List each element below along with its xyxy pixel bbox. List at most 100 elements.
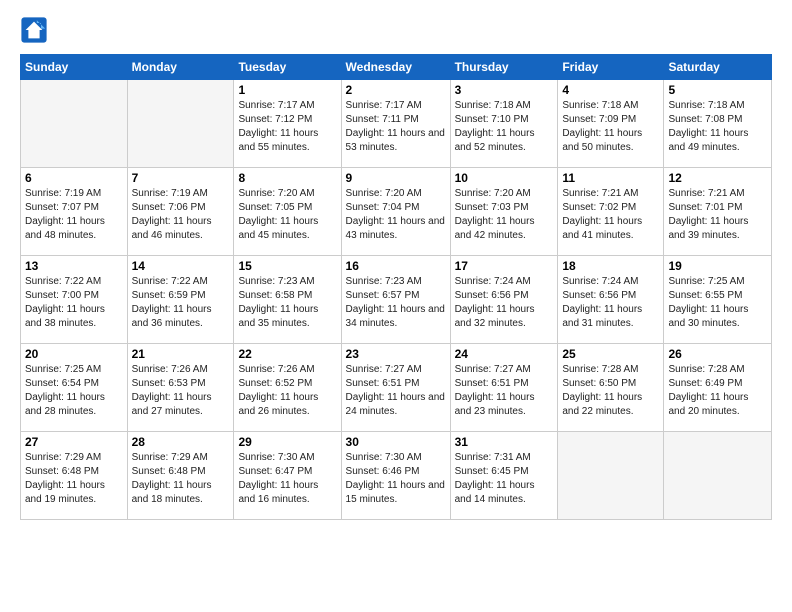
day-cell: 14 Sunrise: 7:22 AMSunset: 6:59 PMDayligh… [127,256,234,344]
day-info: Sunrise: 7:17 AMSunset: 7:12 PMDaylight:… [238,99,336,155]
day-cell [558,432,664,520]
day-info: Sunrise: 7:29 AMSunset: 6:48 PMDaylight:… [25,451,123,507]
week-row-1: 1Sunrise: 7:17 AMSunset: 7:12 PMDaylight… [21,80,772,168]
header-row: SundayMondayTuesdayWednesdayThursdayFrid… [21,55,772,80]
day-info: Sunrise: 7:17 AMSunset: 7:11 PMDaylight:… [346,99,446,155]
day-cell: 27Sunrise: 7:29 AMSunset: 6:48 PMDayligh… [21,432,128,520]
column-header-tuesday: Tuesday [234,55,341,80]
logo-icon [20,16,48,44]
day-info: Sunrise: 7:26 AMSunset: 6:53 PMDaylight:… [132,363,230,419]
day-cell: 9 Sunrise: 7:20 AMSunset: 7:04 PMDaylight… [341,168,450,256]
day-info: Sunrise: 7:18 AMSunset: 7:10 PMDaylight:… [455,99,554,155]
day-number: 4 [562,83,659,97]
week-row-2: 6 Sunrise: 7:19 AMSunset: 7:07 PMDaylight… [21,168,772,256]
day-number: 2 [346,83,446,97]
day-cell: 3 Sunrise: 7:18 AMSunset: 7:10 PMDaylight… [450,80,558,168]
day-number: 23 [346,347,446,361]
day-cell: 10 Sunrise: 7:20 AMSunset: 7:03 PMDayligh… [450,168,558,256]
day-info: Sunrise: 7:20 AMSunset: 7:03 PMDaylight:… [455,187,554,243]
day-number: 21 [132,347,230,361]
day-info: Sunrise: 7:25 AMSunset: 6:55 PMDaylight:… [668,275,767,331]
day-info: Sunrise: 7:24 AMSunset: 6:56 PMDaylight:… [562,275,659,331]
day-info: Sunrise: 7:24 AMSunset: 6:56 PMDaylight:… [455,275,554,331]
logo [20,16,52,44]
day-cell: 19 Sunrise: 7:25 AMSunset: 6:55 PMDayligh… [664,256,772,344]
day-info: Sunrise: 7:23 AMSunset: 6:58 PMDaylight:… [238,275,336,331]
day-number: 12 [668,171,767,185]
day-cell: 1Sunrise: 7:17 AMSunset: 7:12 PMDaylight… [234,80,341,168]
day-info: Sunrise: 7:30 AMSunset: 6:46 PMDaylight:… [346,451,446,507]
day-number: 16 [346,259,446,273]
day-number: 9 [346,171,446,185]
day-cell: 16Sunrise: 7:23 AMSunset: 6:57 PMDayligh… [341,256,450,344]
week-row-3: 13Sunrise: 7:22 AMSunset: 7:00 PMDayligh… [21,256,772,344]
day-number: 28 [132,435,230,449]
calendar-table: SundayMondayTuesdayWednesdayThursdayFrid… [20,54,772,520]
day-info: Sunrise: 7:22 AMSunset: 7:00 PMDaylight:… [25,275,123,331]
day-info: Sunrise: 7:28 AMSunset: 6:50 PMDaylight:… [562,363,659,419]
week-row-5: 27Sunrise: 7:29 AMSunset: 6:48 PMDayligh… [21,432,772,520]
day-number: 6 [25,171,123,185]
day-cell: 28 Sunrise: 7:29 AMSunset: 6:48 PMDayligh… [127,432,234,520]
day-number: 5 [668,83,767,97]
day-cell: 15Sunrise: 7:23 AMSunset: 6:58 PMDayligh… [234,256,341,344]
column-header-sunday: Sunday [21,55,128,80]
day-info: Sunrise: 7:18 AMSunset: 7:08 PMDaylight:… [668,99,767,155]
day-info: Sunrise: 7:27 AMSunset: 6:51 PMDaylight:… [455,363,554,419]
column-header-wednesday: Wednesday [341,55,450,80]
day-number: 24 [455,347,554,361]
day-cell: 5 Sunrise: 7:18 AMSunset: 7:08 PMDaylight… [664,80,772,168]
day-info: Sunrise: 7:18 AMSunset: 7:09 PMDaylight:… [562,99,659,155]
day-cell: 8 Sunrise: 7:20 AMSunset: 7:05 PMDaylight… [234,168,341,256]
day-cell [127,80,234,168]
day-info: Sunrise: 7:20 AMSunset: 7:04 PMDaylight:… [346,187,446,243]
day-cell: 23Sunrise: 7:27 AMSunset: 6:51 PMDayligh… [341,344,450,432]
day-cell: 22Sunrise: 7:26 AMSunset: 6:52 PMDayligh… [234,344,341,432]
day-number: 20 [25,347,123,361]
day-cell: 26 Sunrise: 7:28 AMSunset: 6:49 PMDayligh… [664,344,772,432]
week-row-4: 20 Sunrise: 7:25 AMSunset: 6:54 PMDayligh… [21,344,772,432]
day-number: 31 [455,435,554,449]
calendar-page: SundayMondayTuesdayWednesdayThursdayFrid… [0,0,792,530]
column-header-monday: Monday [127,55,234,80]
day-cell: 12Sunrise: 7:21 AMSunset: 7:01 PMDayligh… [664,168,772,256]
day-number: 26 [668,347,767,361]
day-info: Sunrise: 7:25 AMSunset: 6:54 PMDaylight:… [25,363,123,419]
day-cell: 29 Sunrise: 7:30 AMSunset: 6:47 PMDayligh… [234,432,341,520]
day-number: 30 [346,435,446,449]
day-cell [21,80,128,168]
day-number: 25 [562,347,659,361]
day-cell: 18Sunrise: 7:24 AMSunset: 6:56 PMDayligh… [558,256,664,344]
day-number: 14 [132,259,230,273]
day-number: 3 [455,83,554,97]
day-info: Sunrise: 7:26 AMSunset: 6:52 PMDaylight:… [238,363,336,419]
header [20,16,772,44]
day-info: Sunrise: 7:21 AMSunset: 7:02 PMDaylight:… [562,187,659,243]
day-number: 19 [668,259,767,273]
day-number: 7 [132,171,230,185]
day-cell: 7 Sunrise: 7:19 AMSunset: 7:06 PMDaylight… [127,168,234,256]
day-cell: 6 Sunrise: 7:19 AMSunset: 7:07 PMDaylight… [21,168,128,256]
day-number: 8 [238,171,336,185]
day-info: Sunrise: 7:28 AMSunset: 6:49 PMDaylight:… [668,363,767,419]
day-cell: 31 Sunrise: 7:31 AMSunset: 6:45 PMDayligh… [450,432,558,520]
day-info: Sunrise: 7:29 AMSunset: 6:48 PMDaylight:… [132,451,230,507]
day-cell: 17Sunrise: 7:24 AMSunset: 6:56 PMDayligh… [450,256,558,344]
day-cell: 21 Sunrise: 7:26 AMSunset: 6:53 PMDayligh… [127,344,234,432]
day-number: 29 [238,435,336,449]
day-info: Sunrise: 7:30 AMSunset: 6:47 PMDaylight:… [238,451,336,507]
day-number: 10 [455,171,554,185]
day-cell: 25 Sunrise: 7:28 AMSunset: 6:50 PMDayligh… [558,344,664,432]
day-cell: 30 Sunrise: 7:30 AMSunset: 6:46 PMDayligh… [341,432,450,520]
day-cell: 11 Sunrise: 7:21 AMSunset: 7:02 PMDayligh… [558,168,664,256]
day-info: Sunrise: 7:22 AMSunset: 6:59 PMDaylight:… [132,275,230,331]
day-cell: 24 Sunrise: 7:27 AMSunset: 6:51 PMDayligh… [450,344,558,432]
day-cell [664,432,772,520]
day-number: 11 [562,171,659,185]
day-info: Sunrise: 7:19 AMSunset: 7:06 PMDaylight:… [132,187,230,243]
day-info: Sunrise: 7:31 AMSunset: 6:45 PMDaylight:… [455,451,554,507]
column-header-saturday: Saturday [664,55,772,80]
day-cell: 20 Sunrise: 7:25 AMSunset: 6:54 PMDayligh… [21,344,128,432]
day-info: Sunrise: 7:19 AMSunset: 7:07 PMDaylight:… [25,187,123,243]
day-info: Sunrise: 7:20 AMSunset: 7:05 PMDaylight:… [238,187,336,243]
